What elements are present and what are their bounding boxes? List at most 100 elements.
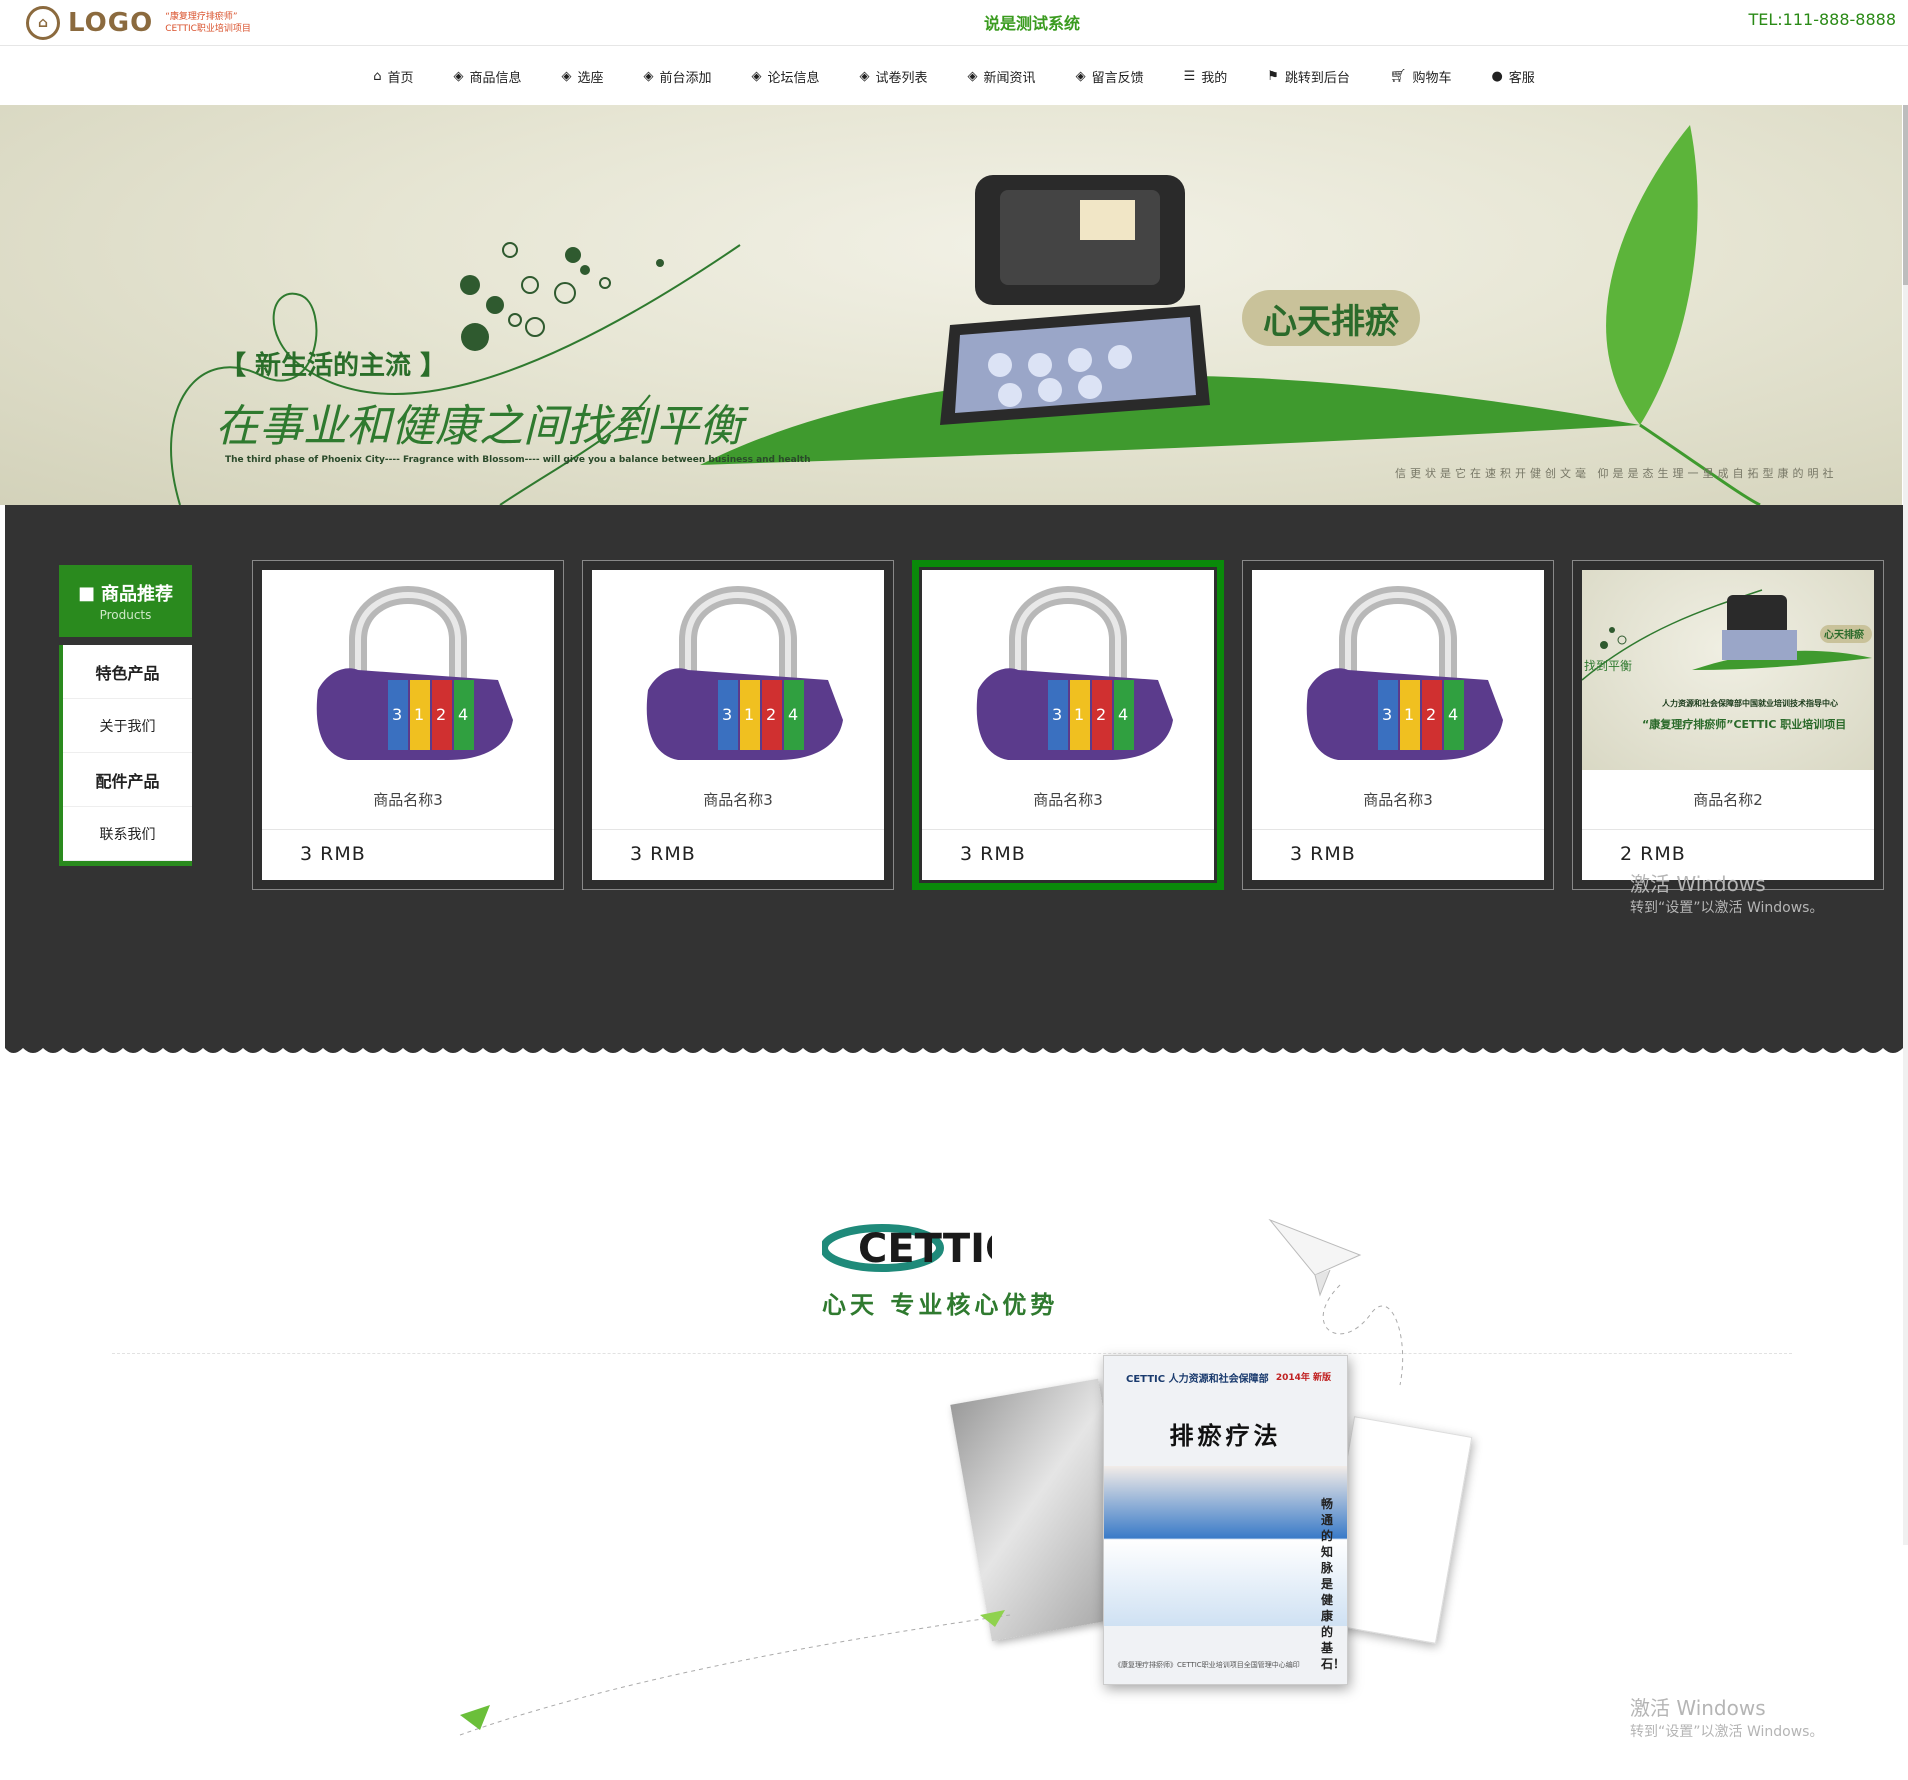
product-image: 3 1 2 4 [592,570,884,770]
square-icon: ■ [77,582,95,604]
nav-item-mine[interactable]: ☰ 我的 [1164,47,1248,105]
logo-emblem-icon: ⌂ [26,6,60,40]
book-year: 2014年 新版 [1275,1373,1331,1383]
top-bar: ⌂ LOGO “康复理疗排瘀师” CETTIC职业培训项目 说是测试系统 TEL… [0,0,1908,46]
nav-item-label: 跳转到后台 [1284,70,1350,86]
product-name: 商品名称3 [922,770,1214,830]
nav-item-admin[interactable]: ⚑ 跳转到后台 [1247,47,1370,105]
nav-item-exams[interactable]: ◈ 试卷列表 [840,47,948,105]
scrollbar-thumb[interactable] [1903,105,1908,285]
product-card-body: 3 1 2 4 商品名称3 3 RMB [1252,570,1544,880]
svg-text:3: 3 [1382,705,1392,724]
nav-item-products[interactable]: ◈ 商品信息 [433,47,541,105]
svg-text:1: 1 [744,705,754,724]
svg-text:3: 3 [722,705,732,724]
book-footer: 《康复理疗排瘀师》CETTIC职业培训项目全国管理中心编印 [1114,1661,1300,1669]
logo[interactable]: ⌂ LOGO “康复理疗排瘀师” CETTIC职业培训项目 [26,6,251,40]
product-price: 3 RMB [960,843,1026,865]
nav-item-news[interactable]: ◈ 新闻资讯 [948,47,1056,105]
nav-item-support[interactable]: ● 客服 [1471,47,1554,105]
sidebar-subtitle: Products [99,608,152,622]
nav-item-home[interactable]: ⌂ 首页 [353,47,433,105]
banner-thumbnail-image: 人力资源和社会保障部中国就业培训技术指导中心 “康复理疗排瘀师”CETTIC 职… [1582,589,1872,731]
svg-text:1: 1 [414,705,424,724]
watermark-line2: 转到“设置”以激活 Windows。 [1630,1724,1824,1740]
nav-item-label: 我的 [1201,70,1228,86]
product-image: 人力资源和社会保障部中国就业培训技术指导中心 “康复理疗排瘀师”CETTIC 职… [1582,570,1874,770]
site-title: 说是测试系统 [984,14,1081,33]
nav-item-forum[interactable]: ◈ 论坛信息 [732,47,840,105]
nav-item-add[interactable]: ◈ 前台添加 [624,47,732,105]
product-card[interactable]: 3 1 2 4 商品名称3 3 RMB [1242,560,1554,890]
logo-subtitle-line: “康复理疗排瘀师” [165,12,238,22]
hero-banner[interactable]: 【 新生活的主流 】 在事业和健康之间找到平衡 The third phase … [0,105,1902,505]
flag-icon: ⚑ [1267,68,1279,84]
main-nav: ⌂ 首页 ◈ 商品信息 ◈ 选座 ◈ 前台添加 ◈ 论坛信息 ◈ 试卷列表 ◈ 新闻资讯 ◈ 留… [0,47,1908,105]
section-divider [112,1353,1792,1354]
cettic-logo: CETTIC [822,1224,992,1272]
svg-text:2: 2 [766,705,776,724]
nav-item-cart[interactable]: 🛒︎ 购物车 [1370,47,1472,105]
product-card-active[interactable]: 3 1 2 4 商品名称3 3 RMB [912,560,1224,890]
product-card[interactable]: 3 1 2 4 商品名称3 3 RMB [252,560,564,890]
svg-text:2: 2 [436,705,446,724]
book-brand: CETTIC 人力资源和社会保障部 [1126,1374,1269,1385]
nav-item-label: 首页 [387,70,414,86]
thumbnail-slogan: 找到平衡 [1584,659,1632,673]
product-price: 3 RMB [300,843,366,865]
windows-activation-watermark: 激活 Windows 转到“设置”以激活 Windows。 [1630,868,1823,917]
svg-text:1: 1 [1404,705,1414,724]
svg-text:3: 3 [392,705,402,724]
stack-icon: ◈ [1075,68,1086,84]
product-price: 3 RMB [630,843,696,865]
home-icon: ⌂ [373,68,382,84]
logo-text: LOGO [68,8,154,38]
stack-icon: ◈ [751,68,762,84]
nav-item-label: 论坛信息 [767,70,820,86]
banner-vertical-text: 信更状是它在速积开健创文毫 仰是是态生理一里成自拓型康的明社 [1395,467,1838,480]
section-wave-edge [5,1040,1903,1053]
nav-item-label: 留言反馈 [1091,70,1144,86]
nav-item-label: 选座 [577,70,604,86]
logo-subtitle: “康复理疗排瘀师” CETTIC职业培训项目 [165,11,251,35]
sidebar-item-featured[interactable]: 特色产品 [63,645,192,699]
sidebar-item-about[interactable]: 关于我们 [63,699,192,753]
nav-item-label: 购物车 [1412,70,1452,86]
svg-text:2: 2 [1426,705,1436,724]
cettic-logo-text: CETTIC [858,1226,992,1272]
svg-text:3: 3 [1052,705,1062,724]
sidebar-item-contact[interactable]: 联系我们 [63,807,192,861]
product-name: 商品名称3 [262,770,554,830]
logo-subtitle-line: CETTIC职业培训项目 [165,24,251,34]
book-title: 排瘀疗法 [1169,1422,1282,1450]
combination-lock-icon: 3 1 2 4 [1306,586,1503,760]
phone-number: TEL:111-888-8888 [1748,10,1896,29]
svg-text:4: 4 [1118,705,1128,724]
nav-item-label: 商品信息 [469,70,522,86]
product-list: 3 1 2 4 商品名称3 3 RMB 3 1 2 4 商品名称3 3 RMB … [252,560,1884,890]
product-price: 3 RMB [1290,843,1356,865]
windows-activation-watermark: 激活 Windows 转到“设置”以激活 Windows。 [1630,1692,1823,1741]
product-card[interactable]: 人力资源和社会保障部中国就业培训技术指导中心 “康复理疗排瘀师”CETTIC 职… [1572,560,1884,890]
svg-text:4: 4 [788,705,798,724]
nav-item-seat[interactable]: ◈ 选座 [541,47,623,105]
sidebar-item-accessories[interactable]: 配件产品 [63,753,192,807]
product-name: 商品名称2 [1582,770,1874,830]
svg-text:4: 4 [458,705,468,724]
nav-item-feedback[interactable]: ◈ 留言反馈 [1056,47,1164,105]
svg-text:2: 2 [1096,705,1106,724]
banner-slogan: 在事业和健康之间找到平衡 [215,401,743,452]
list-icon: ☰ [1183,68,1196,84]
sidebar-title: 商品推荐 [101,584,173,605]
advantage-title: 心天 专业核心优势 [822,1291,1059,1319]
page-scrollbar[interactable] [1903,105,1908,1545]
cart-icon: 🛒︎ [1389,68,1407,84]
product-card-body: 3 1 2 4 商品名称3 3 RMB [922,570,1214,880]
banner-tag: 【 新生活的主流 】 [220,351,447,381]
watermark-line2: 转到“设置”以激活 Windows。 [1630,900,1824,916]
sidebar-title-row: ■ 商品推荐 [78,580,173,606]
product-card[interactable]: 3 1 2 4 商品名称3 3 RMB [582,560,894,890]
product-name: 商品名称3 [1252,770,1544,830]
dashed-curve-decoration [459,1610,1011,1736]
product-card-body: 3 1 2 4 商品名称3 3 RMB [592,570,884,880]
